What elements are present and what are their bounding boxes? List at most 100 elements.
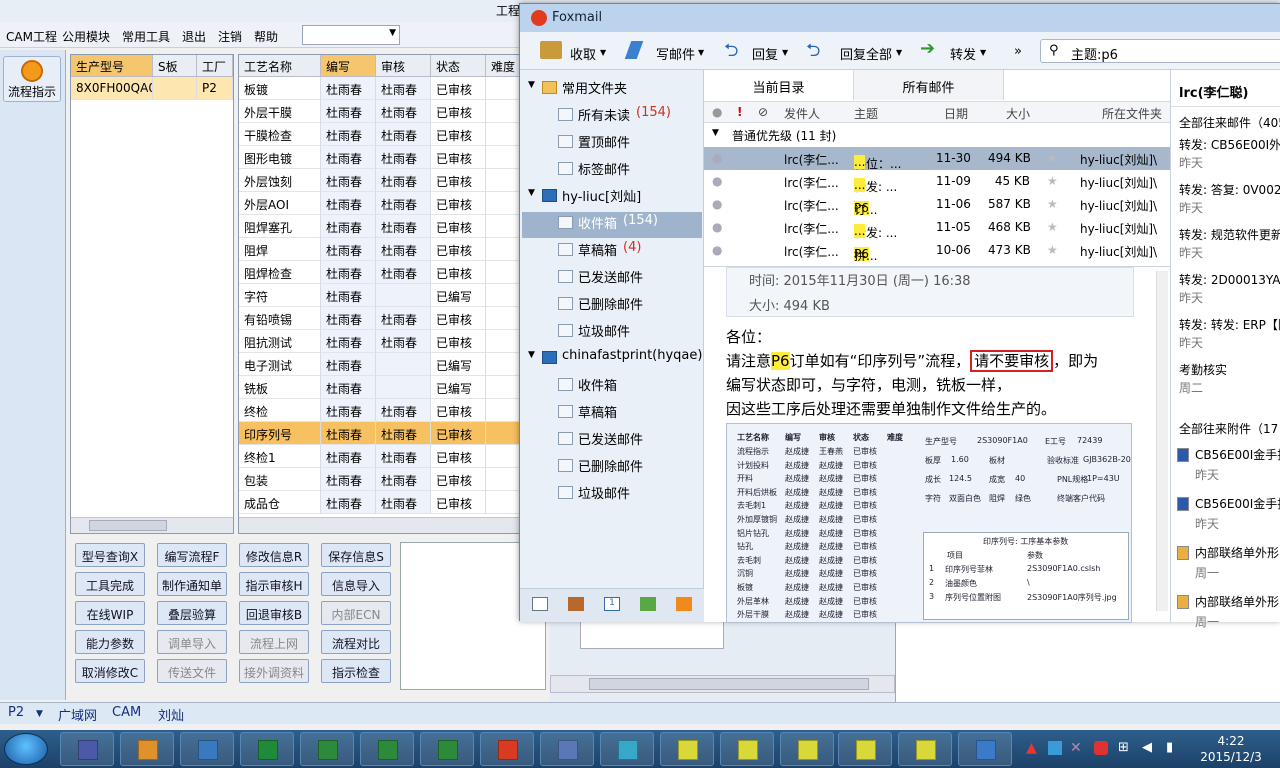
table-cell[interactable]: 杜雨春 (321, 169, 376, 192)
folder-label[interactable]: 草稿箱 (578, 402, 617, 421)
related-mail-subject[interactable]: 转发: 2D00013YA0 (1179, 271, 1280, 288)
read-state-icon[interactable]: ● (712, 105, 722, 119)
table-cell[interactable]: 杜雨春 (376, 146, 431, 169)
table-cell[interactable]: 已编写 (431, 353, 486, 376)
taskbar-button[interactable] (660, 732, 714, 766)
col-from[interactable]: 发件人 (784, 105, 820, 122)
table-cell[interactable]: 杜雨春 (321, 468, 376, 491)
action-button[interactable]: 取消修改C (75, 659, 145, 683)
col-date[interactable]: 日期 (944, 105, 968, 122)
attachment-icon[interactable]: ⊘ (758, 105, 768, 119)
table-cell[interactable]: 外层AOI (239, 192, 321, 215)
taskbar-button[interactable] (898, 732, 952, 766)
star-icon[interactable]: ★ (1047, 243, 1058, 257)
menu-logout[interactable]: 注销 (218, 28, 242, 45)
table-cell[interactable]: 已编写 (431, 376, 486, 399)
taskbar-button[interactable] (480, 732, 534, 766)
table-cell[interactable]: 杜雨春 (376, 100, 431, 123)
menu-help[interactable]: 帮助 (254, 28, 278, 45)
table-cell[interactable]: 已审核 (431, 307, 486, 330)
cell-factory[interactable]: P2 (197, 77, 233, 100)
folder-label[interactable]: 所有未读 (578, 105, 630, 124)
col-difficulty[interactable]: 难度 (486, 55, 519, 77)
table-cell[interactable]: 杜雨春 (321, 445, 376, 468)
clock[interactable]: 4:22 2015/12/3 (1195, 733, 1267, 765)
col-model[interactable]: 生产型号 (71, 55, 153, 77)
table-cell[interactable]: 已审核 (431, 330, 486, 353)
taskbar-button[interactable] (180, 732, 234, 766)
table-cell[interactable] (376, 284, 431, 307)
tray-app-icon[interactable] (1048, 741, 1062, 755)
tab-current-folder[interactable]: 当前目录 (704, 70, 854, 100)
table-cell[interactable]: 阻焊检查 (239, 261, 321, 284)
table-cell[interactable]: 杜雨春 (321, 353, 376, 376)
col-folder[interactable]: 所在文件夹 (1102, 105, 1162, 122)
folder-label[interactable]: chinafastprint(hyqae) (562, 348, 702, 363)
taskbar-button[interactable] (420, 732, 474, 766)
table-cell[interactable]: 杜雨春 (321, 330, 376, 353)
table-cell[interactable]: 杜雨春 (376, 169, 431, 192)
col-s[interactable]: S板 (153, 55, 197, 77)
action-button[interactable]: 指示审核H (239, 572, 309, 596)
table-cell[interactable]: 已编写 (431, 284, 486, 307)
table-cell[interactable] (486, 376, 519, 399)
table-cell[interactable] (486, 422, 519, 445)
table-cell[interactable] (486, 491, 519, 514)
menu-combo[interactable]: ▼ (302, 25, 400, 45)
table-cell[interactable]: 杜雨春 (376, 399, 431, 422)
table-cell[interactable]: 杜雨春 (321, 491, 376, 514)
action-button[interactable]: 回退审核B (239, 601, 309, 625)
attachment-name[interactable]: 内部联络单外形 (1195, 544, 1279, 561)
table-cell[interactable]: 杜雨春 (376, 330, 431, 353)
col-factory[interactable]: 工厂 (197, 55, 233, 77)
mail-icon[interactable] (532, 597, 548, 611)
table-cell[interactable]: 杜雨春 (321, 146, 376, 169)
table-cell[interactable]: 包装 (239, 468, 321, 491)
power-icon[interactable]: ▮ (1166, 740, 1173, 755)
mail-row[interactable]: ● lrc(李仁... P6 订... 11-06 587 KB ★ hy-liuc[刘灿]\ (704, 193, 1170, 217)
table-cell[interactable]: 有铅喷锡 (239, 307, 321, 330)
folder-label[interactable]: 垃圾邮件 (578, 483, 630, 502)
folder-label[interactable]: 草稿箱 (578, 240, 617, 259)
folder-label[interactable]: 收件箱 (578, 375, 617, 394)
tray-app-icon[interactable]: ✕ (1070, 740, 1082, 756)
table-cell[interactable]: 已审核 (431, 192, 486, 215)
tab-all-mail[interactable]: 所有邮件 (854, 70, 1004, 100)
action-button[interactable]: 接外调资料 (239, 659, 309, 683)
table-cell[interactable]: 杜雨春 (321, 238, 376, 261)
table-cell[interactable]: 铣板 (239, 376, 321, 399)
table-cell[interactable]: 杜雨春 (376, 422, 431, 445)
table-cell[interactable]: 杜雨春 (376, 261, 431, 284)
attachment-name[interactable]: CB56E00I金手指 (1195, 495, 1280, 512)
table-cell[interactable]: 外层蚀刻 (239, 169, 321, 192)
reply-button[interactable]: 回复 (752, 44, 778, 63)
table-cell[interactable]: 已审核 (431, 445, 486, 468)
table-cell[interactable] (486, 100, 519, 123)
col-process[interactable]: 工艺名称 (239, 55, 321, 77)
contacts-icon[interactable] (568, 597, 584, 611)
table-cell[interactable]: 杜雨春 (376, 192, 431, 215)
priority-icon[interactable]: ! (737, 105, 742, 119)
action-button[interactable]: 信息导入 (321, 572, 391, 596)
menu-tools[interactable]: 常用工具 (122, 28, 170, 45)
folder-label[interactable]: 已删除邮件 (578, 456, 643, 475)
mail-row[interactable]: ● lrc(李仁... 转发: ...... 11-05 468 KB ★ hy-liuc[… (704, 216, 1170, 240)
mail-row[interactable]: ● lrc(李仁... 转发: ...... 11-09 45 KB ★ hy-liuc[刘… (704, 170, 1170, 194)
table-cell[interactable]: 杜雨春 (321, 215, 376, 238)
action-button[interactable]: 在线WIP (75, 601, 145, 625)
folder-label[interactable]: 常用文件夹 (562, 78, 627, 97)
action-button[interactable]: 编写流程F (157, 543, 227, 567)
table-cell[interactable]: 已审核 (431, 261, 486, 284)
calendar-icon[interactable]: 1 (604, 597, 620, 611)
action-button[interactable]: 保存信息S (321, 543, 391, 567)
col-writer[interactable]: 编写 (321, 55, 376, 77)
folder-label[interactable]: 垃圾邮件 (578, 321, 630, 340)
chevron-down-icon[interactable]: ▼ (600, 48, 606, 57)
taskbar-button[interactable] (720, 732, 774, 766)
menu-public[interactable]: 公用模块 (62, 28, 110, 45)
table-cell[interactable]: 阻焊 (239, 238, 321, 261)
related-mail-subject[interactable]: 转发: 答复: 0V002F (1179, 181, 1280, 198)
table-cell[interactable]: 杜雨春 (321, 261, 376, 284)
table-cell[interactable]: 杜雨春 (321, 284, 376, 307)
table-cell[interactable]: 阻抗测试 (239, 330, 321, 353)
